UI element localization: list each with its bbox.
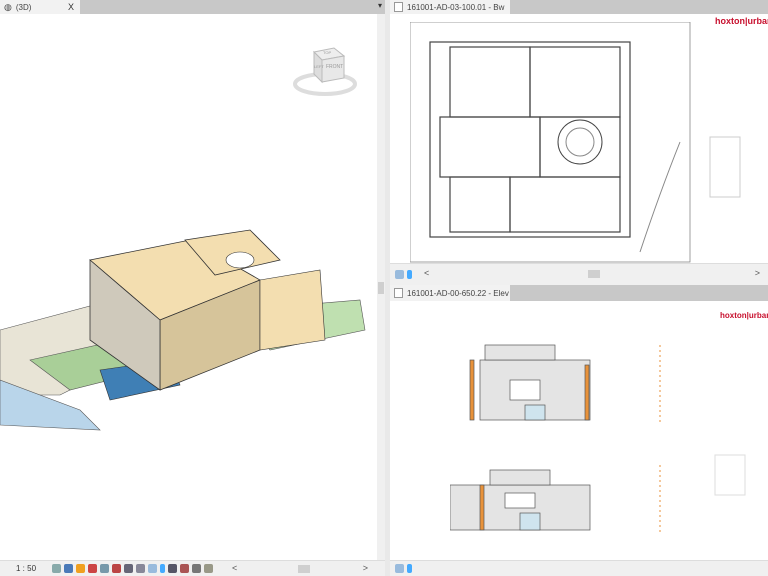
detail-level-icon[interactable] — [52, 564, 62, 573]
elevation-drawing — [450, 344, 746, 535]
horizontal-scrollbar[interactable]: < > — [230, 563, 370, 574]
reveal-constraints-icon[interactable] — [192, 564, 202, 573]
sun-path-icon[interactable] — [76, 564, 86, 573]
elevation-logo: hoxton|urban — [720, 311, 768, 320]
unlocked-view-icon[interactable] — [136, 564, 146, 573]
tab-elevation-view[interactable]: 161001-AD-00-650.22 - Elev — [390, 285, 510, 301]
temporary-hide-icon[interactable] — [148, 564, 158, 573]
render-icon[interactable] — [100, 564, 110, 573]
scroll-right[interactable]: > — [755, 268, 760, 278]
viewcube[interactable]: TOP LEFT FRONT — [292, 44, 358, 98]
3d-view-icon: ◍ — [4, 1, 12, 12]
vertical-scrollbar[interactable] — [377, 14, 385, 560]
view-control-bar: 1 : 50 < > — [0, 560, 385, 576]
scroll-right[interactable]: > — [363, 563, 368, 573]
tab-3d-view[interactable]: ◍ (3D) X — [0, 0, 80, 14]
floor-plan-drawing — [410, 22, 741, 263]
viewcube-top[interactable]: TOP — [323, 50, 331, 55]
reveal-hidden-icon[interactable] — [407, 270, 412, 279]
sheet-icon — [394, 2, 403, 12]
highlight-displacement-icon[interactable] — [180, 564, 190, 573]
tab-plan-view[interactable]: 161001-AD-03-100.01 - Bw — [390, 0, 510, 14]
horizontal-scroll-thumb[interactable] — [588, 270, 600, 278]
analytical-model-icon[interactable] — [168, 564, 178, 573]
tab-list-dropdown-icon[interactable]: ▾ — [378, 1, 382, 10]
scroll-left[interactable]: < — [424, 268, 429, 278]
horizontal-scroll-thumb[interactable] — [298, 565, 310, 573]
tab-title: (3D) — [15, 2, 32, 12]
viewcube-front[interactable]: FRONT — [326, 64, 343, 70]
reveal-hidden-icon[interactable] — [160, 564, 166, 573]
reveal-hidden-icon[interactable] — [407, 564, 412, 573]
horizontal-scrollbar[interactable]: < > — [422, 268, 762, 279]
view-scale[interactable]: 1 : 50 — [16, 564, 36, 573]
show-crop-icon[interactable] — [124, 564, 134, 573]
scroll-left[interactable]: < — [232, 563, 237, 573]
temporary-hide-icon[interactable] — [395, 564, 404, 573]
tab-title: 161001-AD-00-650.22 - Elev — [407, 288, 509, 298]
view-control-bar: < > — [390, 263, 768, 285]
shadows-icon[interactable] — [88, 564, 98, 573]
close-tab-icon[interactable]: X — [68, 2, 74, 12]
3d-view-pane[interactable]: ◍ (3D) X ▾ TOP LEFT FRONT 1 : 50 < > — [0, 0, 385, 576]
tab-title: 161001-AD-03-100.01 - Bw — [407, 2, 505, 12]
elevation-view-pane[interactable]: 161001-AD-00-650.22 - Elev hoxton|urban — [390, 285, 768, 576]
worksharing-display-icon[interactable] — [204, 564, 214, 573]
plan-logo: hoxton|urban — [715, 16, 768, 26]
view-control-bar — [390, 560, 768, 576]
plan-view-pane[interactable]: 161001-AD-03-100.01 - Bw hoxton|urban < … — [390, 0, 768, 285]
sheet-icon — [394, 288, 403, 298]
vertical-scroll-thumb[interactable] — [378, 282, 384, 294]
3d-building-model[interactable] — [0, 220, 385, 440]
temporary-hide-icon[interactable] — [395, 270, 404, 279]
visual-style-icon[interactable] — [64, 564, 74, 573]
viewcube-left[interactable]: LEFT — [314, 64, 324, 69]
crop-view-icon[interactable] — [112, 564, 122, 573]
